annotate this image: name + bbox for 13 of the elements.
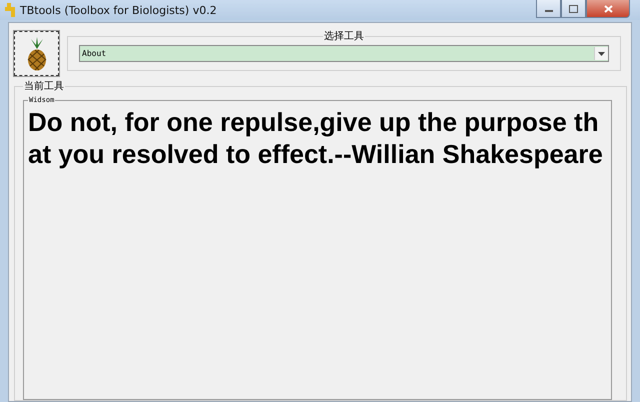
window-title: TBtools (Toolbox for Biologists) v0.2	[20, 4, 218, 16]
maximize-icon	[569, 4, 578, 12]
pineapple-button[interactable]	[14, 31, 59, 76]
app-icon	[5, 3, 15, 17]
close-icon	[604, 4, 612, 12]
group-legend: 选择工具	[323, 29, 365, 43]
minimize-button[interactable]	[536, 0, 561, 18]
group-legend: 当前工具	[23, 79, 65, 93]
dropdown-arrow-icon	[598, 52, 605, 56]
quote-text: Do not, for one repulse,give up the purpose that you resolved to effect.--Willian Shakespeare	[28, 106, 604, 170]
maximize-button[interactable]	[561, 0, 586, 18]
close-button[interactable]	[586, 0, 630, 18]
tool-dropdown[interactable]: About	[79, 45, 609, 62]
